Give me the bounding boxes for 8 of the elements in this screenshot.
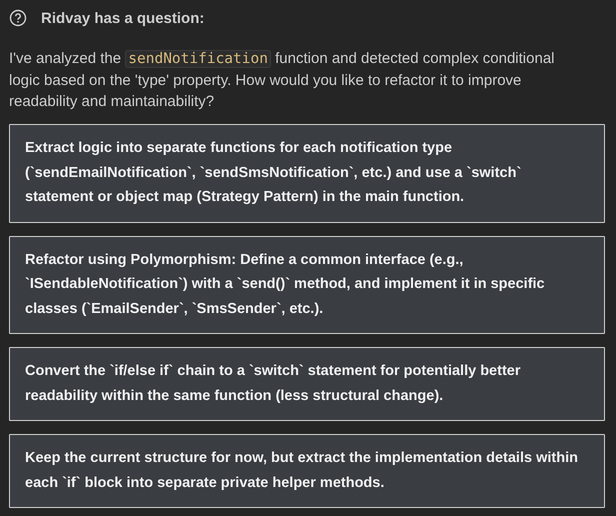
answer-option[interactable]: Keep the current structure for now, but extract the implementation details within each `if` block into separate private helper methods.: [9, 434, 605, 508]
code-snippet: sendNotification: [125, 50, 271, 68]
answer-option[interactable]: Extract logic into separate functions for each notification type (`sendEmailNotification`, `sendSmsNotification`, etc.) and use a `switch` statement or object map (Strategy Pattern) in the main function.: [9, 124, 605, 222]
dialog-title: Ridvay has a question:: [41, 10, 204, 26]
answer-option[interactable]: Refactor using Polymorphism: Define a common interface (e.g., `ISendableNotification`) with a `send()` method, and implement it in specific classes (`EmailSender`, `SmsSender`, etc.).: [9, 236, 605, 334]
answer-option[interactable]: Convert the `if/else if` chain to a `switch` statement for potentially better readability within the same function (less structural change).: [9, 347, 605, 421]
question-icon: [9, 9, 27, 27]
message-text: I've analyzed the sendNotification function and detected complex conditional logic based on the 'type' property. How would you like to refactor it to improve readability and maintainability?: [9, 49, 556, 112]
